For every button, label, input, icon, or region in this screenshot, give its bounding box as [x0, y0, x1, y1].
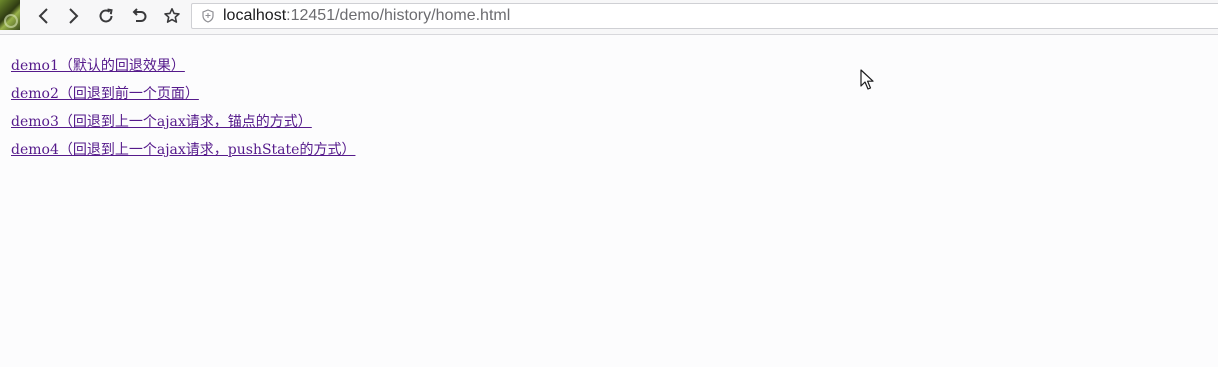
url-path: :12451/demo/history/home.html [286, 7, 511, 24]
chevron-left-icon [38, 8, 48, 24]
address-url[interactable]: localhost:12451/demo/history/home.html [223, 7, 510, 25]
url-host: localhost [223, 7, 287, 24]
link-demo4[interactable]: demo4（回退到上一个ajax请求，pushState的方式） [11, 136, 355, 164]
star-icon [164, 8, 180, 23]
mouse-pointer-icon [860, 69, 874, 90]
reload-icon [99, 8, 113, 23]
address-bar[interactable]: localhost:12451/demo/history/home.html [191, 3, 1218, 29]
shield-icon [202, 9, 214, 23]
back-button[interactable] [33, 5, 55, 27]
chevron-right-icon [69, 8, 79, 24]
link-demo1[interactable]: demo1（默认的回退效果） [11, 52, 185, 80]
link-demo3[interactable]: demo3（回退到上一个ajax请求，锚点的方式） [11, 108, 312, 136]
reload-button[interactable] [95, 5, 117, 27]
window-thumbnail-icon [0, 0, 20, 30]
undo-button[interactable] [128, 5, 150, 27]
forward-button[interactable] [62, 5, 84, 27]
page-content: demo1（默认的回退效果） demo2（回退到前一个页面） demo3（回退到… [11, 52, 355, 164]
browser-toolbar: localhost:12451/demo/history/home.html [0, 0, 1218, 35]
undo-icon [132, 8, 147, 22]
bookmark-button[interactable] [161, 5, 183, 27]
link-demo2[interactable]: demo2（回退到前一个页面） [11, 80, 199, 108]
